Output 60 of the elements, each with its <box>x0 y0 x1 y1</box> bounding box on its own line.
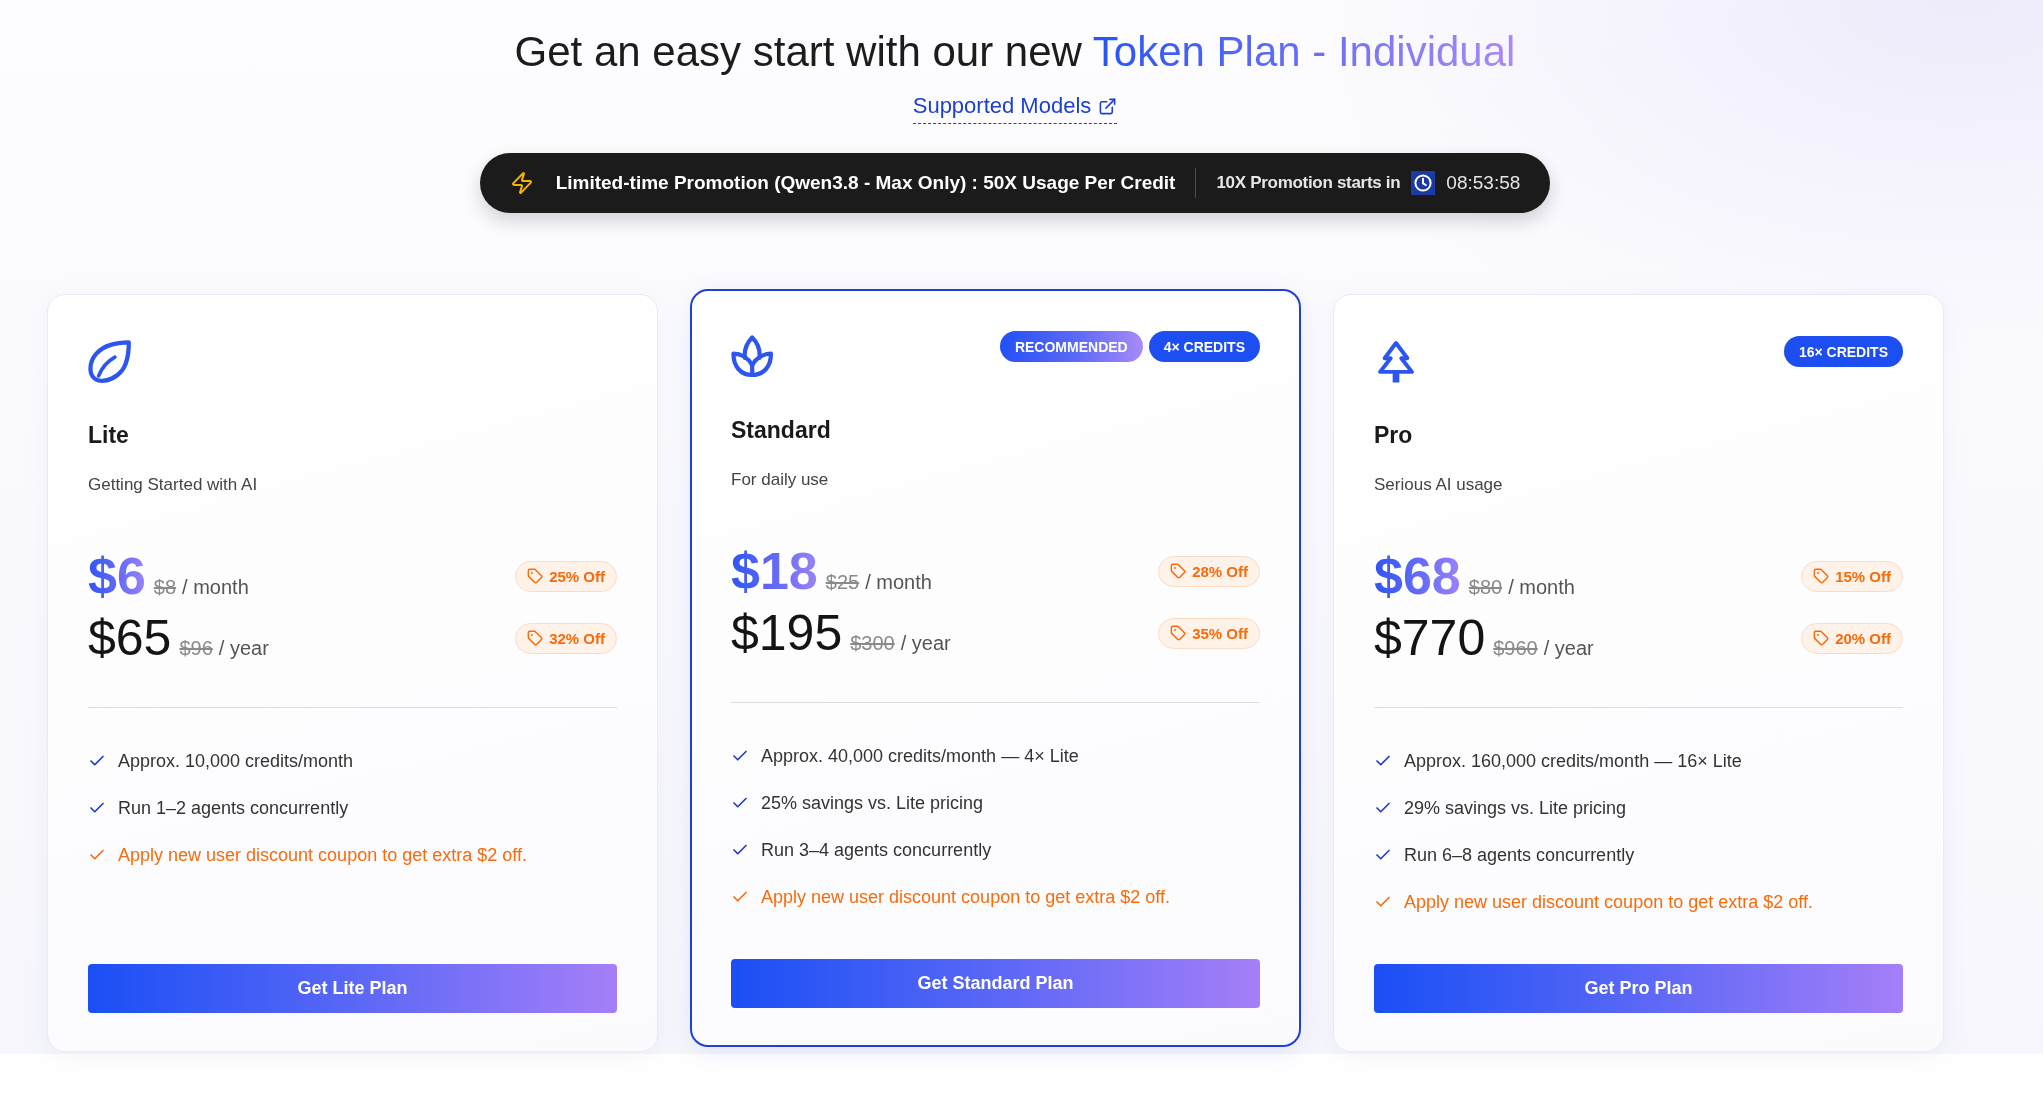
feature-text: Apply new user discount coupon to get extra $2 off. <box>118 844 527 867</box>
get-plan-button[interactable]: Get Standard Plan <box>731 959 1260 1008</box>
get-plan-button[interactable]: Get Pro Plan <box>1374 964 1903 1013</box>
discount-text: 35% Off <box>1192 624 1248 642</box>
price-period: / year <box>218 637 269 660</box>
promo-message: Limited-time Promotion (Qwen3.8 - Max Only) : 50X Usage Per Credit <box>555 172 1176 194</box>
price-amount: $65 <box>88 609 172 668</box>
feature-text: Apply new user discount coupon to get extra $2 off. <box>1404 891 1813 914</box>
discount-text: 25% Off <box>549 567 605 585</box>
original-price: $300 <box>850 632 895 655</box>
tag-icon <box>1170 563 1187 579</box>
external-link-icon <box>1098 96 1118 116</box>
feature-text: Approx. 10,000 credits/month <box>118 750 354 773</box>
original-price: $25 <box>825 571 860 594</box>
tag-icon <box>1813 568 1830 584</box>
plan-subtitle: For daily use <box>731 469 830 491</box>
feature-text: 25% savings vs. Lite pricing <box>761 792 984 815</box>
feature-text: Approx. 40,000 credits/month — 4× Lite <box>761 745 1079 768</box>
plan-name: Standard <box>731 416 832 445</box>
recommended-badge: RECOMMENDED <box>999 331 1143 362</box>
price-period: / year <box>1543 637 1594 660</box>
price-amount: $770 <box>1374 609 1486 668</box>
plan-name: Pro <box>1374 421 1414 450</box>
countdown-label: 10X Promotion starts in <box>1216 173 1401 193</box>
plan-subtitle: Serious AI usage <box>1374 474 1504 496</box>
price-period: / year <box>900 632 951 655</box>
feature-text: Run 3–4 agents concurrently <box>761 839 992 862</box>
tag-icon <box>1170 625 1187 641</box>
tag-icon <box>1813 630 1830 646</box>
clock-icon <box>1411 171 1436 195</box>
feature-text: Run 6–8 agents concurrently <box>1404 844 1635 867</box>
discount-text: 28% Off <box>1192 562 1248 580</box>
lightning-icon <box>509 171 534 195</box>
plan-name: Lite <box>88 421 130 450</box>
supported-models-link[interactable]: Supported Models <box>912 92 1118 124</box>
credits-badge: 16× CREDITS <box>1783 336 1903 367</box>
original-price: $96 <box>179 637 213 660</box>
price-period: / month <box>865 571 932 594</box>
original-price: $960 <box>1493 637 1538 660</box>
feature-text: Run 1–2 agents concurrently <box>118 797 349 820</box>
discount-text: 32% Off <box>549 629 605 647</box>
plan-subtitle: Getting Started with AI <box>88 474 259 496</box>
lotus-icon <box>731 335 775 379</box>
original-price: $80 <box>1468 576 1503 599</box>
price-amount: $195 <box>731 604 843 663</box>
feature-text: 29% savings vs. Lite pricing <box>1404 797 1627 820</box>
tag-icon <box>527 630 544 646</box>
feature-text: Approx. 160,000 credits/month — 16× Lite <box>1404 750 1742 773</box>
price-period: / month <box>182 576 249 599</box>
price-period: / month <box>1508 576 1575 599</box>
get-plan-button[interactable]: Get Lite Plan <box>88 964 617 1013</box>
page-title: Get an easy start with our new Token Plan - Individual <box>514 27 1516 77</box>
countdown-timer: 08:53:58 <box>1446 172 1521 194</box>
tag-icon <box>527 568 544 584</box>
discount-text: 20% Off <box>1835 629 1891 647</box>
leaf-icon <box>88 340 132 384</box>
credits-badge: 4× CREDITS <box>1148 331 1260 362</box>
feature-text: Apply new user discount coupon to get extra $2 off. <box>761 886 1170 909</box>
discount-text: 15% Off <box>1835 567 1891 585</box>
original-price: $8 <box>153 576 177 599</box>
